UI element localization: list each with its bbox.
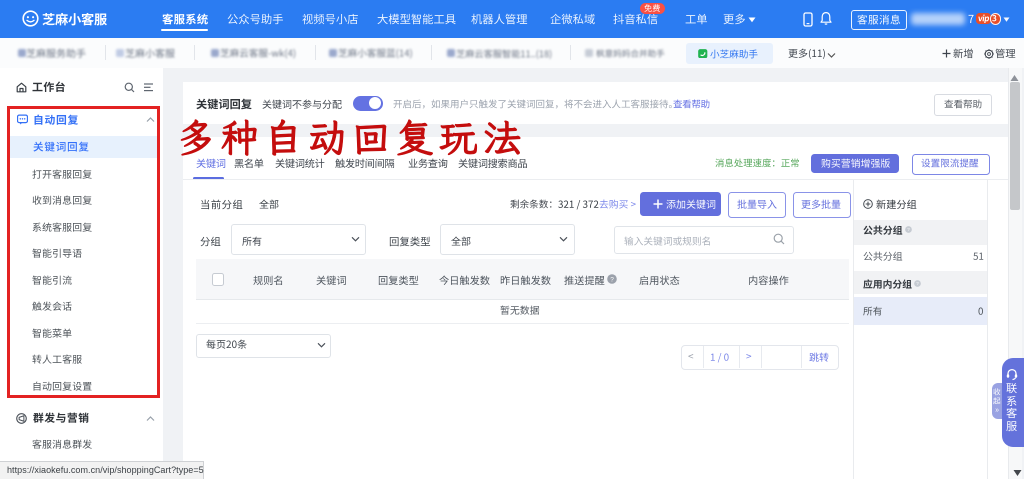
svg-text:?: ? <box>610 276 614 283</box>
